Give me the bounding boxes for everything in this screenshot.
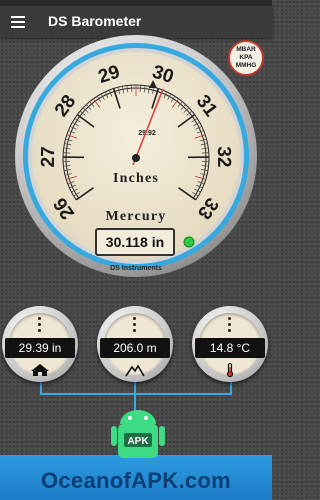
brand-label: DS Instruments xyxy=(110,265,162,272)
temperature-menu-icon[interactable] xyxy=(228,317,231,335)
temperature-dial[interactable]: 14.8 °C xyxy=(192,306,268,382)
thermometer-icon xyxy=(226,363,234,377)
altitude-dial[interactable]: 206.0 m xyxy=(97,306,173,382)
status-led xyxy=(183,236,195,248)
temperature-value: 14.8 °C xyxy=(195,338,265,358)
mountain-icon xyxy=(125,364,145,377)
altitude-value: 206.0 m xyxy=(100,338,170,358)
unit-label-line2: Mercury xyxy=(105,209,166,224)
pressure-value: 29.39 in xyxy=(5,338,75,358)
altitude-menu-icon[interactable] xyxy=(133,317,136,335)
needle-hub xyxy=(132,154,140,162)
gauge-tick xyxy=(63,152,71,154)
apk-badge: APK xyxy=(127,436,149,447)
pressure-menu-icon[interactable] xyxy=(38,317,41,335)
gauge-scale-label: 32 xyxy=(213,146,234,167)
digital-reading: 30.118 in xyxy=(106,234,164,250)
pressure-dial[interactable]: 29.39 in xyxy=(2,306,78,382)
gauge-tick xyxy=(201,152,209,154)
watermark-text: OceanofAPK.com xyxy=(40,468,232,493)
barometer-gauge: 26272829 30313233 Inches Mercury 30.118 i… xyxy=(15,35,257,277)
unit-label-line1: Inches xyxy=(113,171,159,186)
connector-horizontal xyxy=(40,393,232,395)
home-icon xyxy=(31,364,49,376)
gauge-scale-label: 27 xyxy=(38,146,59,167)
android-apk-icon: APK xyxy=(111,410,165,458)
